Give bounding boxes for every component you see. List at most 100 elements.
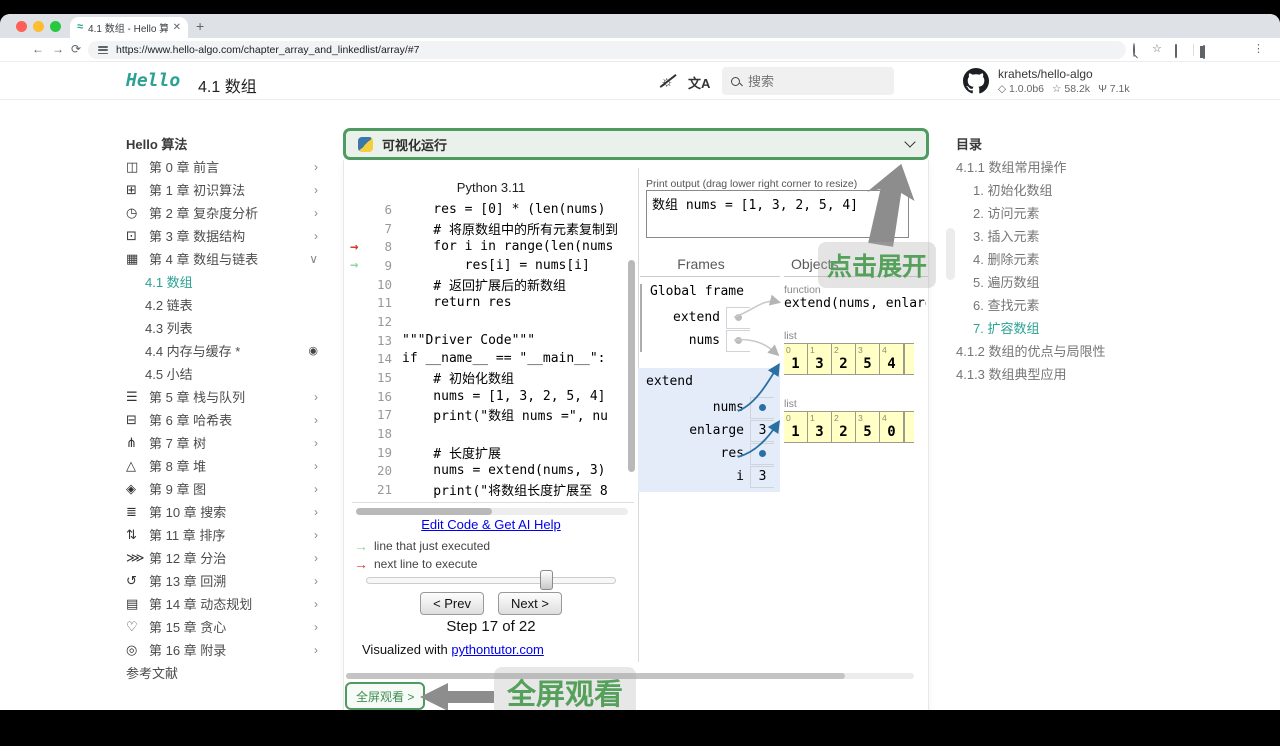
zoom-page-icon[interactable] bbox=[1133, 43, 1135, 57]
frame-variable: enlarge 3 bbox=[646, 419, 774, 442]
prev-step-button[interactable]: < Prev bbox=[420, 592, 484, 615]
frame-variable: i 3 bbox=[646, 465, 774, 488]
sidebar-section-item[interactable]: 4.5 小结 bbox=[126, 362, 318, 385]
line-number: 9 bbox=[384, 257, 392, 273]
sidebar-site-title[interactable]: Hello 算法 bbox=[126, 132, 318, 155]
sidebar-references-item[interactable]: 参考文献 bbox=[126, 661, 318, 684]
toc-item[interactable]: 7. 扩容数组 bbox=[956, 316, 1184, 339]
sidebar-chapter-item[interactable]: ☰ 第 5 章 栈与队列 › bbox=[126, 385, 318, 408]
sidebar-chapter-item[interactable]: ⋙ 第 12 章 分治 › bbox=[126, 546, 318, 569]
side-panel-icon[interactable] bbox=[1203, 45, 1205, 59]
hidden-badge-icon: ◉ bbox=[308, 345, 318, 357]
sidebar-chapter-item[interactable]: ♡ 第 15 章 贪心 › bbox=[126, 615, 318, 638]
visual-run-collapsible[interactable]: 可视化运行 bbox=[343, 128, 929, 160]
chapter-icon: ◷ bbox=[126, 204, 138, 220]
chapter-icon: ⊟ bbox=[126, 411, 137, 427]
page-title: 4.1 数组 bbox=[198, 79, 257, 96]
pythontutor-link[interactable]: pythontutor.com bbox=[451, 642, 544, 657]
toc-item[interactable]: 3. 插入元素 bbox=[956, 224, 1184, 247]
chevron-icon: › bbox=[314, 527, 318, 542]
theme-toggle-icon[interactable]: ☼ bbox=[660, 73, 674, 90]
minimize-window-button[interactable] bbox=[33, 21, 44, 32]
site-header: Hello 4.1 数组 ☼ 文A krahets/hello-algo ◇ 1… bbox=[0, 62, 1280, 100]
chevron-icon: › bbox=[314, 642, 318, 657]
global-frame: Global frame extend nums bbox=[640, 284, 750, 352]
new-tab-button[interactable]: + bbox=[196, 18, 204, 34]
sidebar-chapter-item[interactable]: ▤ 第 14 章 动态规划 › bbox=[126, 592, 318, 615]
toc-item[interactable]: 4.1.1 数组常用操作 bbox=[956, 155, 1184, 178]
next-step-button[interactable]: Next > bbox=[498, 592, 562, 615]
content-scrollbar-pill[interactable] bbox=[946, 228, 955, 280]
chevron-icon: › bbox=[314, 596, 318, 611]
back-button[interactable]: ← bbox=[32, 42, 44, 56]
chapter-icon: ▦ bbox=[126, 250, 139, 266]
code-line: →→ 10 # 返回扩展后的新数组 bbox=[344, 275, 637, 294]
pointer-origin-dot bbox=[759, 404, 766, 411]
credit-line: Visualized with pythontutor.com bbox=[362, 642, 544, 657]
list-cell: 0 1 bbox=[784, 343, 808, 375]
close-tab-icon[interactable]: ✕ bbox=[173, 22, 181, 33]
sidebar-chapter-item[interactable]: ◷ 第 2 章 复杂度分析 › bbox=[126, 201, 318, 224]
python-icon bbox=[358, 136, 373, 152]
fullscreen-button[interactable]: 全屏观看 > bbox=[345, 682, 426, 710]
sidebar-chapter-item[interactable]: △ 第 8 章 堆 › bbox=[126, 454, 318, 477]
github-repo-link[interactable]: krahets/hello-algo ◇ 1.0.0b6 ☆ 58.2k Ψ 7… bbox=[963, 67, 1130, 95]
forward-button[interactable]: → bbox=[52, 42, 64, 56]
sidebar-chapter-item[interactable]: ⊡ 第 3 章 数据结构 › bbox=[126, 224, 318, 247]
extensions-icon[interactable] bbox=[1175, 44, 1177, 58]
step-slider-thumb[interactable] bbox=[540, 570, 553, 590]
chevron-icon: › bbox=[314, 573, 318, 588]
bookmark-star-icon[interactable]: ☆ bbox=[1152, 42, 1162, 55]
site-logo[interactable]: Hello bbox=[126, 70, 180, 91]
chevron-down-icon[interactable] bbox=[904, 136, 916, 148]
chevron-icon: › bbox=[314, 159, 318, 174]
address-bar[interactable]: https://www.hello-algo.com/chapter_array… bbox=[88, 41, 1126, 59]
sidebar-chapter-item[interactable]: ⊞ 第 1 章 初识算法 › bbox=[126, 178, 318, 201]
site-info-icon[interactable] bbox=[98, 46, 108, 54]
code-horizontal-scrollbar[interactable] bbox=[356, 508, 628, 515]
step-slider-track[interactable] bbox=[366, 577, 616, 584]
sidebar-section-item[interactable]: 4.3 列表 bbox=[126, 316, 318, 339]
chapter-icon: ⋙ bbox=[126, 549, 145, 565]
toc-item[interactable]: 4.1.3 数组典型应用 bbox=[956, 362, 1184, 385]
browser-menu-icon[interactable]: ⋮ bbox=[1253, 42, 1264, 55]
toc-item[interactable]: 4.1.2 数组的优点与局限性 bbox=[956, 339, 1184, 362]
toc-item[interactable]: 6. 查找元素 bbox=[956, 293, 1184, 316]
search-box[interactable] bbox=[722, 67, 894, 95]
search-input[interactable] bbox=[748, 73, 868, 89]
close-window-button[interactable] bbox=[16, 21, 27, 32]
sidebar-chapter-item[interactable]: ↺ 第 13 章 回溯 › bbox=[126, 569, 318, 592]
toc-item[interactable]: 5. 遍历数组 bbox=[956, 270, 1184, 293]
chevron-icon: › bbox=[314, 458, 318, 473]
list-cell: 4 0 bbox=[880, 411, 904, 443]
url-toolbar: ← → ⟳ https://www.hello-algo.com/chapter… bbox=[0, 38, 1280, 62]
code-line: →→ 13 """Driver Code""" bbox=[344, 331, 637, 350]
toc-item[interactable]: 1. 初始化数组 bbox=[956, 178, 1184, 201]
sidebar-chapter-item[interactable]: ◎ 第 16 章 附录 › bbox=[126, 638, 318, 661]
reload-button[interactable]: ⟳ bbox=[71, 42, 81, 56]
chapter-icon: ↺ bbox=[126, 572, 137, 588]
legend-next-line: → next line to execute bbox=[354, 556, 478, 572]
sidebar-chapter-item[interactable]: ◈ 第 9 章 图 › bbox=[126, 477, 318, 500]
sidebar-chapter-item[interactable]: ⇅ 第 11 章 排序 › bbox=[126, 523, 318, 546]
sidebar-chapter-item[interactable]: ◫ 第 0 章 前言 › bbox=[126, 155, 318, 178]
toc-item[interactable]: 4. 删除元素 bbox=[956, 247, 1184, 270]
zoom-window-button[interactable] bbox=[50, 21, 61, 32]
code-vertical-scrollbar[interactable] bbox=[628, 260, 635, 472]
sidebar-section-item[interactable]: 4.4 内存与缓存 * ◉ bbox=[126, 339, 318, 362]
translate-icon[interactable]: 文A bbox=[688, 73, 710, 92]
browser-tab[interactable]: ≈ 4.1 数组 - Hello 算法 ✕ bbox=[70, 17, 188, 38]
sidebar-chapter-item[interactable]: ▦ 第 4 章 数组与链表 ∨ bbox=[126, 247, 318, 270]
frame-variable: nums bbox=[650, 329, 750, 352]
chapter-icon: ⊡ bbox=[126, 227, 137, 243]
chapter-icon: ♡ bbox=[126, 618, 138, 634]
toc-item[interactable]: 2. 访问元素 bbox=[956, 201, 1184, 224]
edit-code-link[interactable]: Edit Code & Get AI Help bbox=[344, 517, 638, 532]
sidebar-chapter-item[interactable]: ⊟ 第 6 章 哈希表 › bbox=[126, 408, 318, 431]
chevron-icon: › bbox=[314, 550, 318, 565]
sidebar-chapter-item[interactable]: ≣ 第 10 章 搜索 › bbox=[126, 500, 318, 523]
sidebar-section-item[interactable]: 4.2 链表 bbox=[126, 293, 318, 316]
line-number: 17 bbox=[376, 407, 392, 423]
sidebar-chapter-item[interactable]: ⋔ 第 7 章 树 › bbox=[126, 431, 318, 454]
sidebar-section-item[interactable]: 4.1 数组 bbox=[126, 270, 318, 293]
